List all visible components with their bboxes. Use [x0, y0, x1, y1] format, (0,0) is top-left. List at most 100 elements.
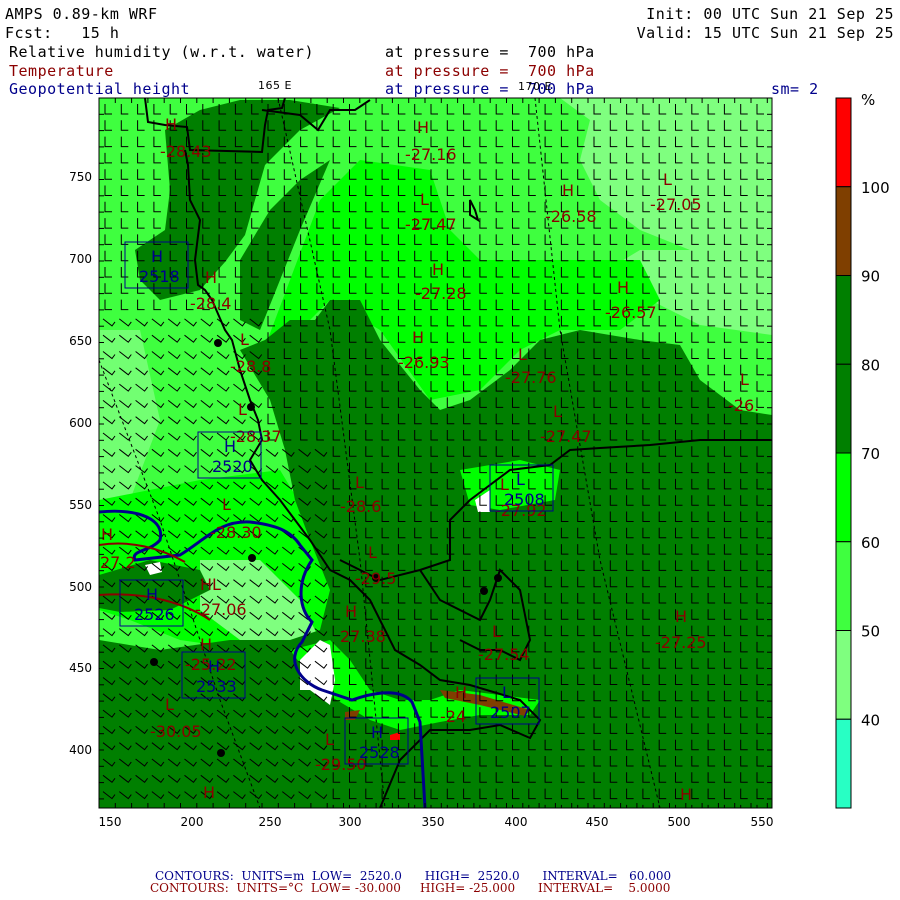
- field-temperature-level: at pressure = 700 hPa: [385, 62, 595, 80]
- wind-barb: [773, 397, 780, 407]
- height-extremum-marker: H: [151, 247, 163, 266]
- colorbar-segment: [835, 541, 852, 631]
- temperature-value: -24: [440, 707, 466, 726]
- temperature-value: -29.5: [355, 569, 396, 588]
- colorbar-segment: [835, 186, 852, 276]
- colorbar: % 100 90 80 70 60 50 40: [835, 91, 890, 809]
- height-value: 2520: [212, 457, 253, 476]
- wind-barb: [233, 807, 235, 808]
- x-tick-label: 150: [99, 815, 122, 829]
- temperature-value: -28.43: [160, 142, 212, 161]
- wind-barb: [773, 495, 780, 505]
- wind-barb: [298, 807, 300, 808]
- temperature-extremum-marker: L: [420, 190, 429, 209]
- height-extremum-marker: L: [502, 683, 511, 702]
- wind-barb: [773, 251, 780, 261]
- wind-barb: [773, 446, 780, 456]
- temperature-extremum-marker: L: [238, 400, 247, 419]
- temperature-extremum-marker: H: [200, 635, 212, 654]
- temperature-value: -26.93: [398, 353, 450, 372]
- wind-barb: [773, 756, 780, 766]
- height-value: 2508: [504, 490, 545, 509]
- wind-barb: [773, 332, 780, 342]
- height-value: 2526: [134, 605, 175, 624]
- temperature-value: -27.47: [540, 427, 592, 446]
- init-time: Init: 00 UTC Sun 21 Sep 25: [646, 5, 894, 23]
- wind-barb: [249, 807, 251, 808]
- temperature-extremum-marker: L: [518, 345, 527, 364]
- colorbar-segment: [835, 97, 852, 188]
- wind-barb: [773, 283, 780, 293]
- colorbar-segment: [835, 452, 852, 543]
- wind-barb: [773, 723, 780, 733]
- wind-barb: [773, 740, 780, 750]
- height-value: 2518: [139, 267, 180, 286]
- temperature-value: -28.30: [210, 523, 262, 542]
- colorbar-unit: %: [861, 91, 875, 109]
- wind-barb: [773, 528, 780, 538]
- field-temperature: Temperature: [9, 62, 114, 80]
- longitude-label-170e: 170 E: [518, 80, 552, 93]
- y-tick-label: 400: [69, 743, 92, 757]
- colorbar-segment: [835, 630, 852, 720]
- colorbar-label: 40: [861, 711, 880, 729]
- wind-barb: [773, 430, 780, 440]
- x-tick-label: 400: [505, 815, 528, 829]
- wind-barb: [773, 560, 780, 570]
- colorbar-label: 50: [861, 623, 880, 641]
- temperature-value: -28.4: [190, 294, 231, 313]
- temperature-extremum-marker: H: [203, 783, 215, 802]
- height-extremum-marker: H: [371, 723, 383, 742]
- wind-barb: [773, 381, 780, 391]
- temperature-value: -28.8: [230, 357, 271, 376]
- wind-barb: [773, 593, 780, 603]
- temperature-value: 27.2: [100, 553, 136, 572]
- wind-barb: [773, 626, 780, 636]
- wind-barb: [265, 807, 267, 808]
- weather-map: H-28.43H-27.16L-27.47H-26.58L-27.05H-28.…: [69, 91, 890, 829]
- footer-temperature-contours: CONTOURS: UNITS=°C LOW= -30.000 HIGH= -2…: [150, 881, 671, 895]
- y-tick-label: 600: [69, 416, 92, 430]
- wind-barb: [773, 675, 780, 685]
- wind-barb: [773, 349, 780, 359]
- wind-barb: [773, 365, 780, 375]
- wind-barb: [773, 577, 780, 587]
- temperature-extremum-marker: H: [432, 260, 444, 279]
- temperature-value: -26.: [728, 396, 759, 415]
- wind-barb: [773, 609, 780, 619]
- temperature-extremum-marker: H: [562, 181, 574, 200]
- wind-barb: [773, 267, 780, 277]
- colorbar-segment: [835, 363, 852, 454]
- wind-barb: [773, 202, 780, 212]
- colorbar-segment: [835, 275, 852, 365]
- temperature-extremum-marker: L: [740, 370, 749, 389]
- field-geopotential: Geopotential height: [9, 80, 191, 98]
- height-extremum-marker: H: [208, 657, 220, 676]
- wind-barb: [217, 807, 219, 808]
- y-tick-label: 450: [69, 661, 92, 675]
- temperature-extremum-marker: H: [417, 118, 429, 137]
- wind-barb: [773, 691, 780, 701]
- wind-barb: [200, 807, 202, 808]
- temperature-extremum-marker: H: [412, 328, 424, 347]
- x-tick-label: 300: [339, 815, 362, 829]
- temperature-extremum-marker: H: [680, 785, 692, 804]
- wind-barb: [773, 512, 780, 522]
- field-rh: Relative humidity (w.r.t. water): [9, 43, 314, 61]
- forecast-hour: Fcst: 15 h: [5, 24, 120, 42]
- temperature-extremum-marker: H: [165, 115, 177, 134]
- wind-barb: [773, 218, 780, 228]
- field-geopotential-level: at pressure = 700 hPa: [385, 80, 595, 98]
- wind-barb: [773, 707, 780, 717]
- temperature-value: -27.54: [478, 645, 530, 664]
- colorbar-label: 70: [861, 445, 880, 463]
- wind-barb: [184, 807, 186, 808]
- temperature-extremum-marker: L: [663, 170, 672, 189]
- y-tick-label: 750: [69, 170, 92, 184]
- model-title: AMPS 0.89-km WRF: [5, 5, 158, 23]
- y-tick-label: 700: [69, 252, 92, 266]
- height-extremum-marker: H: [146, 585, 158, 604]
- x-tick-label: 250: [259, 815, 282, 829]
- temperature-value: -27.05: [650, 195, 702, 214]
- x-tick-label: 500: [668, 815, 691, 829]
